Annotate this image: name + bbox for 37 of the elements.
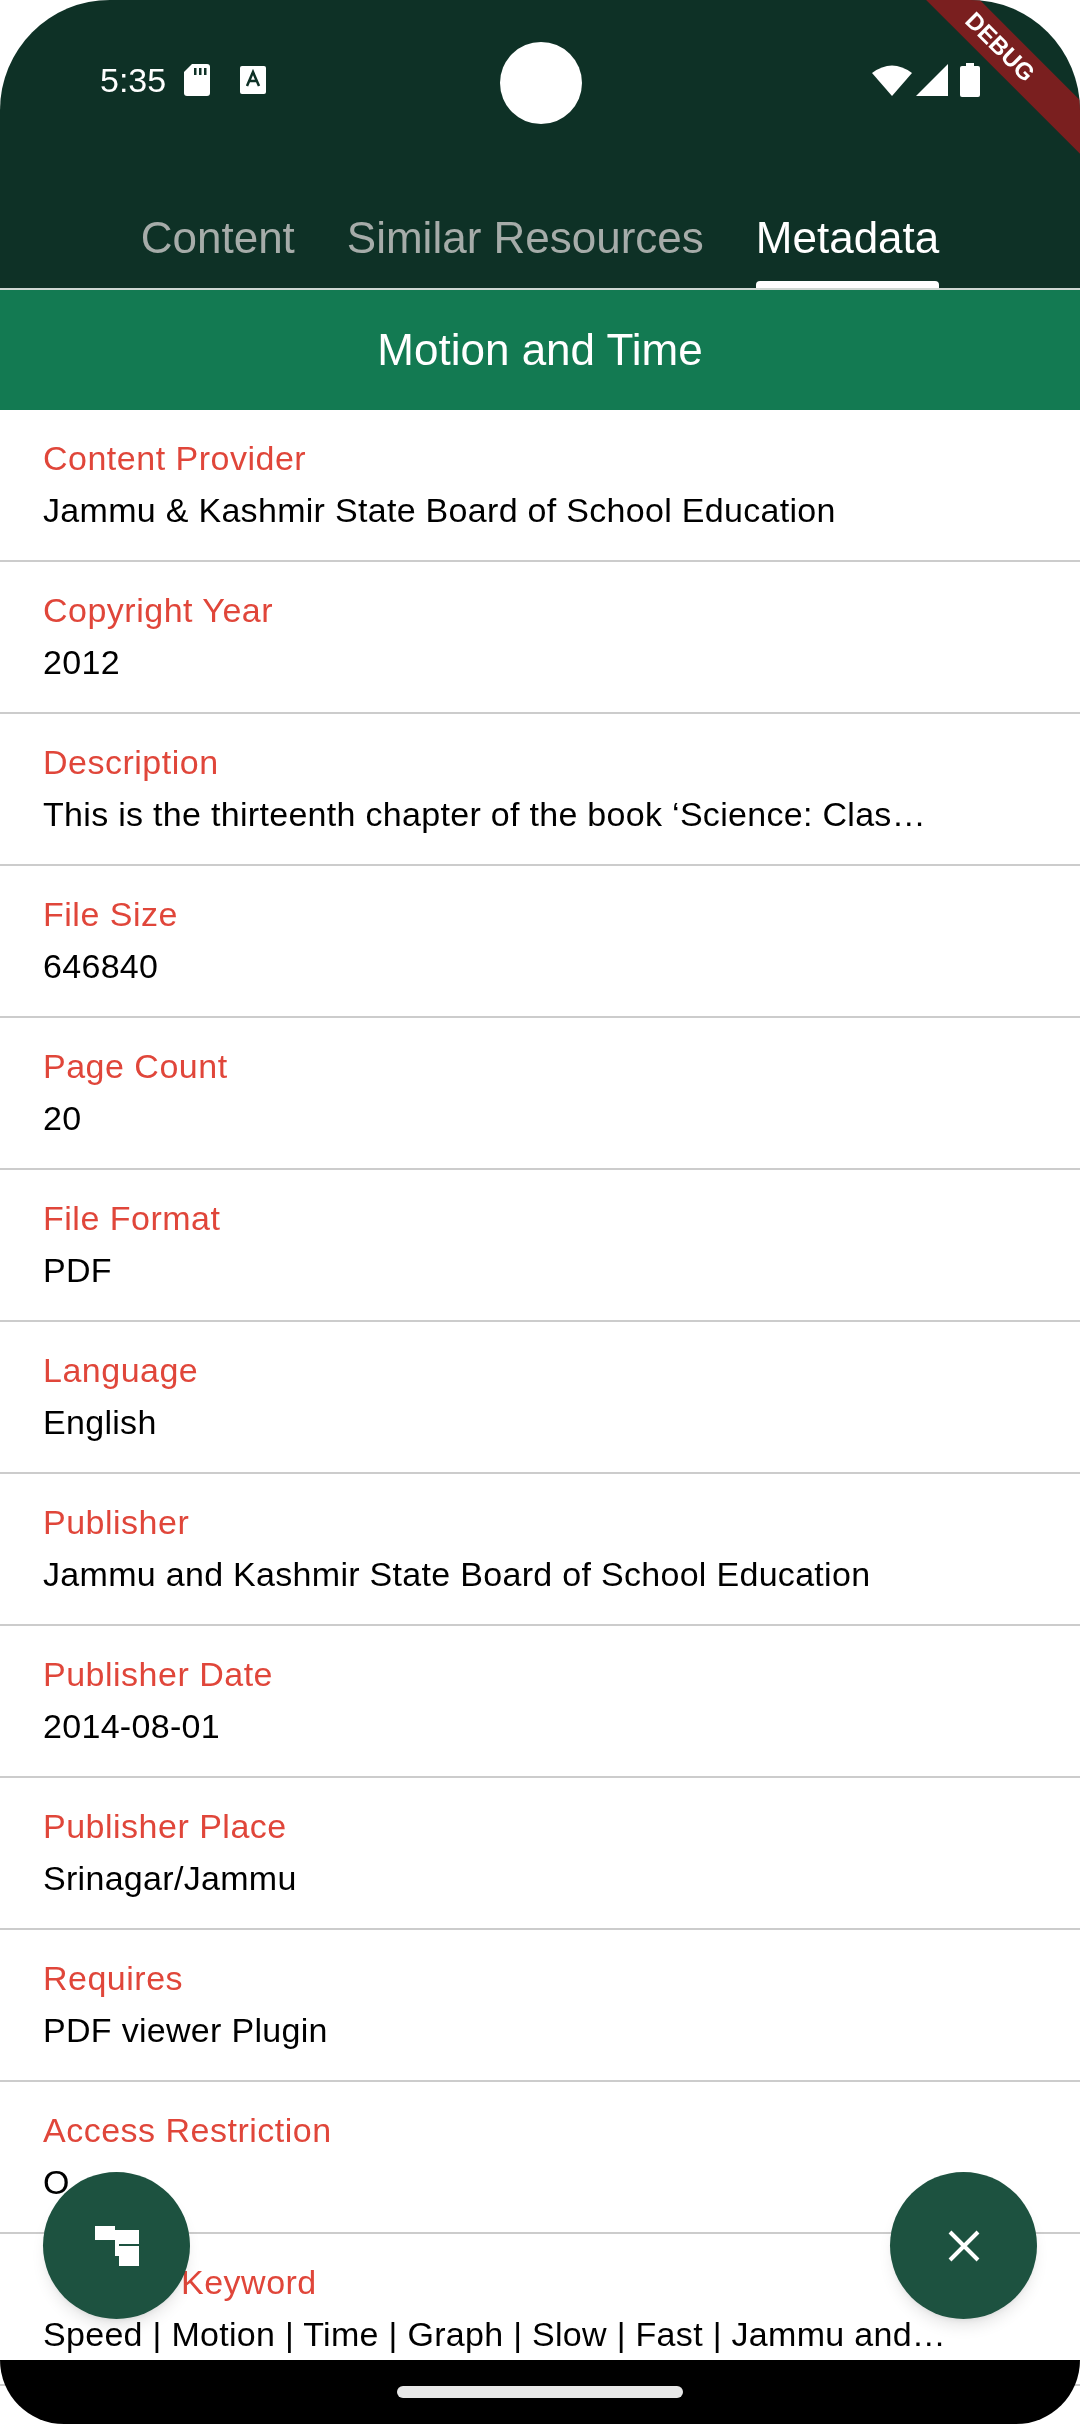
field-value: O (43, 2162, 70, 2203)
field-label: Publisher (43, 1502, 190, 1543)
field-value: This is the thirteenth chapter of the book ‘Science: Clas… (43, 794, 926, 835)
field-label: Page Count (43, 1046, 228, 1087)
field-label: Requires (43, 1958, 184, 1999)
field-value: Jammu and Kashmir State Board of School Education (43, 1554, 871, 1595)
field-value: Srinagar/Jammu (43, 1858, 297, 1899)
wifi-icon (872, 64, 912, 96)
field-label: Description (43, 742, 219, 783)
close-icon (946, 2228, 981, 2263)
field-label: File Size (43, 894, 178, 935)
field-value: English (43, 1402, 157, 1443)
field-value: 2014-08-01 (43, 1706, 220, 1747)
field-label: Publisher Date (43, 1654, 273, 1695)
field-label: File Format (43, 1198, 221, 1239)
tab[interactable]: Similar Resources (346, 188, 704, 288)
field-value: PDF viewer Plugin (43, 2010, 328, 2051)
signal-icon (916, 64, 948, 96)
tab[interactable]: Content (140, 188, 295, 288)
status-time: 5:35 (100, 59, 167, 101)
field-value: PDF (43, 1250, 112, 1291)
field-value: Speed | Motion | Time | Graph | Slow | Fast | Jammu and… (43, 2314, 947, 2355)
field-label: Access Restriction (43, 2110, 332, 2151)
field-label: Keyword (181, 2262, 317, 2303)
field-value: 20 (43, 1098, 82, 1139)
field-label: Content Provider (43, 438, 307, 479)
tab[interactable]: Metadata (755, 188, 940, 288)
field-label: Copyright Year (43, 590, 274, 631)
field-value: 646840 (43, 946, 159, 987)
title-bar: Motion and Time (0, 288, 1080, 410)
text-box-icon (240, 66, 267, 94)
field-label: Publisher Place (43, 1806, 287, 1847)
field-label: Language (43, 1350, 199, 1391)
field-value: Jammu & Kashmir State Board of School Education (43, 490, 836, 531)
sd-card-icon (184, 64, 211, 96)
hierarchy-icon (94, 2225, 139, 2266)
field-value: 2012 (43, 642, 120, 683)
